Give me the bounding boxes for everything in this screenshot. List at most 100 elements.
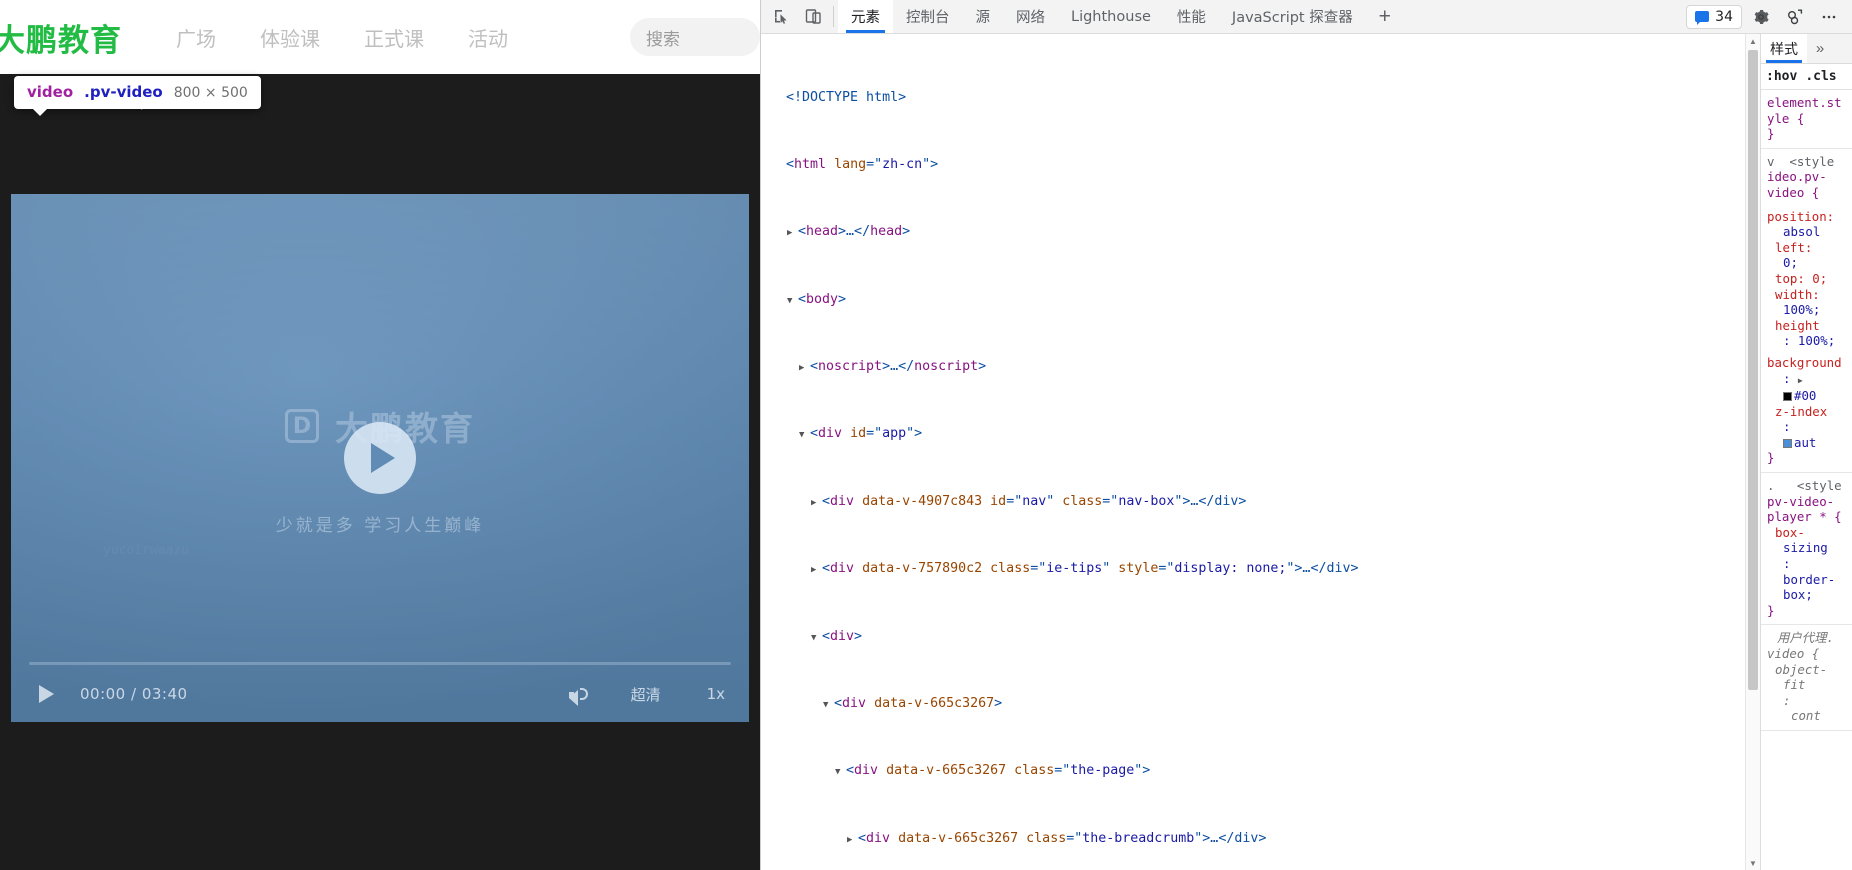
css-rule-pv-video-player-all[interactable]: . <style pv-video- player * { box- sizin… <box>1761 473 1852 626</box>
player-bottom-bar: 00:00 / 03:40 超清 1x <box>11 650 749 722</box>
message-count-badge[interactable]: 34 <box>1686 4 1742 29</box>
dom-node-breadcrumb[interactable]: <div data-v-665c3267 class="the-breadcru… <box>775 831 1760 848</box>
tab-elements[interactable]: 元素 <box>838 0 893 33</box>
site-navbar: 大鹏教育 广场 体验课 正式课 活动 搜索 <box>0 0 760 74</box>
dom-tree-pane[interactable]: <!DOCTYPE html> <html lang="zh-cn"> <hea… <box>761 34 1760 870</box>
video-player[interactable]: D 大鹏教育 少就是多 学习人生巅峰 yucoirwaazu 00:00 / 0… <box>11 194 749 722</box>
dom-node-ie-tips[interactable]: <div data-v-757890c2 class="ie-tips" sty… <box>775 561 1760 578</box>
cls-toggle[interactable]: .cls <box>1805 69 1836 84</box>
dom-node-the-page[interactable]: <div data-v-665c3267 class="the-page"> <box>775 763 1760 780</box>
css-selector2-part2: player * { <box>1767 509 1842 525</box>
css-rule-user-agent-video[interactable]: 用户代理. video { object- fit : cont <box>1761 625 1852 731</box>
expand-arrow-icon[interactable]: ▶ <box>1798 376 1803 385</box>
devtools-toolbar-right: 34 <box>1686 0 1852 33</box>
dom-tree-scrollbar[interactable]: ▲ ▼ <box>1745 34 1760 870</box>
scroll-up-arrow-icon[interactable]: ▲ <box>1746 34 1760 48</box>
css-prop-object-fit[interactable]: object- <box>1767 662 1848 678</box>
css-val-z-index-colon: : <box>1783 419 1791 435</box>
dom-node-head[interactable]: <head>…</head> <box>775 224 1760 241</box>
nav-link-formal-course[interactable]: 正式课 <box>364 23 424 52</box>
css-prop-height[interactable]: height <box>1767 318 1848 334</box>
css-prop-object-fit-cont[interactable]: fit <box>1767 677 1848 693</box>
css-selector-part2: video { <box>1767 184 1820 200</box>
play-icon[interactable] <box>39 685 54 703</box>
css-prop-box-sizing-cont[interactable]: sizing <box>1767 540 1848 556</box>
dom-node-div-665[interactable]: <div data-v-665c3267> <box>775 696 1760 713</box>
css-prop-z-index[interactable]: z-index <box>1767 404 1848 420</box>
add-panel-button[interactable]: + <box>1366 0 1404 33</box>
screenshot-root: 大鹏教育 广场 体验课 正式课 活动 搜索 课 D 大鹏教育 少就是多 学习人生… <box>0 0 1852 870</box>
tab-lighthouse[interactable]: Lighthouse <box>1058 0 1164 33</box>
css-rule-video-pv-video[interactable]: v <style ideo.pv- video { position: abso… <box>1761 149 1852 474</box>
nav-links: 广场 体验课 正式课 活动 <box>176 23 508 52</box>
search-input[interactable]: 搜索 <box>630 18 760 56</box>
tab-performance[interactable]: 性能 <box>1164 0 1219 33</box>
device-toolbar-icon[interactable] <box>797 0 829 33</box>
site-logo[interactable]: 大鹏教育 <box>0 15 122 60</box>
css-val-background[interactable]: : ▶ <box>1767 371 1848 389</box>
css-val-height[interactable]: : 100%; <box>1767 333 1848 349</box>
opacity-watermark-token: yucoirwaazu <box>103 543 190 558</box>
tooltip-arrow-icon <box>32 108 48 116</box>
css-prop-box-sizing[interactable]: box- <box>1767 525 1848 541</box>
gear-icon[interactable] <box>1746 4 1776 30</box>
scroll-down-arrow-icon[interactable]: ▼ <box>1746 856 1760 870</box>
more-options-icon[interactable] <box>1814 4 1844 30</box>
css-selector: element.style { <box>1767 95 1842 126</box>
css-val-width[interactable]: 100%; <box>1767 302 1848 318</box>
hov-toggle[interactable]: :hov <box>1766 69 1797 84</box>
quality-selector[interactable]: 超清 <box>631 684 661 705</box>
volume-icon[interactable] <box>568 685 589 706</box>
nav-link-trial-course[interactable]: 体验课 <box>260 23 320 52</box>
message-icon <box>1695 11 1710 25</box>
cover-slogan: 少就是多 学习人生巅峰 <box>275 515 485 536</box>
inspector-tooltip: video .pv-video 800 × 500 <box>14 76 261 116</box>
scrollbar-thumb[interactable] <box>1748 50 1758 690</box>
css-prop-width[interactable]: width: <box>1767 287 1848 303</box>
tab-javascript-profiler[interactable]: JavaScript 探查器 <box>1219 0 1366 33</box>
nav-link-activity[interactable]: 活动 <box>468 23 508 52</box>
user-agent-label: 用户代理. <box>1777 630 1835 646</box>
css-val-box-sizing[interactable]: border- <box>1767 572 1848 588</box>
dom-node-app[interactable]: <div id="app"> <box>775 426 1760 443</box>
css-source-line: v <style <box>1767 153 1835 169</box>
color-swatch[interactable] <box>1783 392 1792 402</box>
tab-styles[interactable]: 样式 <box>1761 34 1807 63</box>
css-val-object-fit-colon: : <box>1783 692 1791 708</box>
css-val-left[interactable]: 0; <box>1767 255 1848 271</box>
center-play-button[interactable] <box>344 422 416 494</box>
dom-node-nav[interactable]: <div data-v-4907c843 id="nav" class="nav… <box>775 494 1760 511</box>
devtools-customize-icon[interactable] <box>1780 4 1810 30</box>
styles-more-tabs-icon[interactable]: » <box>1807 34 1833 63</box>
dom-node-doctype[interactable]: <!DOCTYPE html> <box>775 90 1760 107</box>
progress-bar[interactable] <box>29 662 731 665</box>
nav-link-plaza[interactable]: 广场 <box>176 23 216 52</box>
devtools-panel: 元素 控制台 源 网络 Lighthouse 性能 JavaScript 探查器… <box>760 0 1852 870</box>
player-controls: 00:00 / 03:40 超清 1x <box>11 666 749 722</box>
tab-console[interactable]: 控制台 <box>893 0 963 33</box>
css-close-brace-2: } <box>1767 450 1775 466</box>
css-prop-left[interactable]: left: <box>1767 240 1848 256</box>
dom-node-div-wrapper[interactable]: <div> <box>775 629 1760 646</box>
tab-sources[interactable]: 源 <box>963 0 1004 33</box>
css-val-box-sizing-end[interactable]: box; <box>1767 587 1848 603</box>
css-val-z-index[interactable]: aut <box>1767 435 1848 451</box>
dom-node-noscript[interactable]: <noscript>…</noscript> <box>775 359 1760 376</box>
css-val-background-color[interactable]: #00 <box>1767 388 1848 404</box>
dom-node-html[interactable]: <html lang="zh-cn"> <box>775 157 1760 174</box>
playback-speed-selector[interactable]: 1x <box>707 685 725 703</box>
css-close-brace-3: } <box>1767 602 1775 618</box>
css-val-object-fit[interactable]: cont <box>1767 708 1848 724</box>
tooltip-dimensions: 800 × 500 <box>173 85 248 101</box>
tab-network[interactable]: 网络 <box>1003 0 1058 33</box>
dom-node-body[interactable]: <body> <box>775 292 1760 309</box>
inspect-cursor-icon[interactable] <box>765 0 797 33</box>
styles-filter-row: :hov .cls <box>1761 64 1852 90</box>
css-prop-position[interactable]: position: <box>1767 209 1848 225</box>
css-val-position[interactable]: absol <box>1767 224 1848 240</box>
css-selector-part1: ideo.pv- <box>1767 169 1827 185</box>
css-rule-element-style[interactable]: element.style { } <box>1761 90 1852 149</box>
css-source-line-2: . <style <box>1767 478 1842 494</box>
css-prop-background[interactable]: background <box>1767 355 1848 371</box>
css-prop-top[interactable]: top: 0; <box>1767 271 1848 287</box>
